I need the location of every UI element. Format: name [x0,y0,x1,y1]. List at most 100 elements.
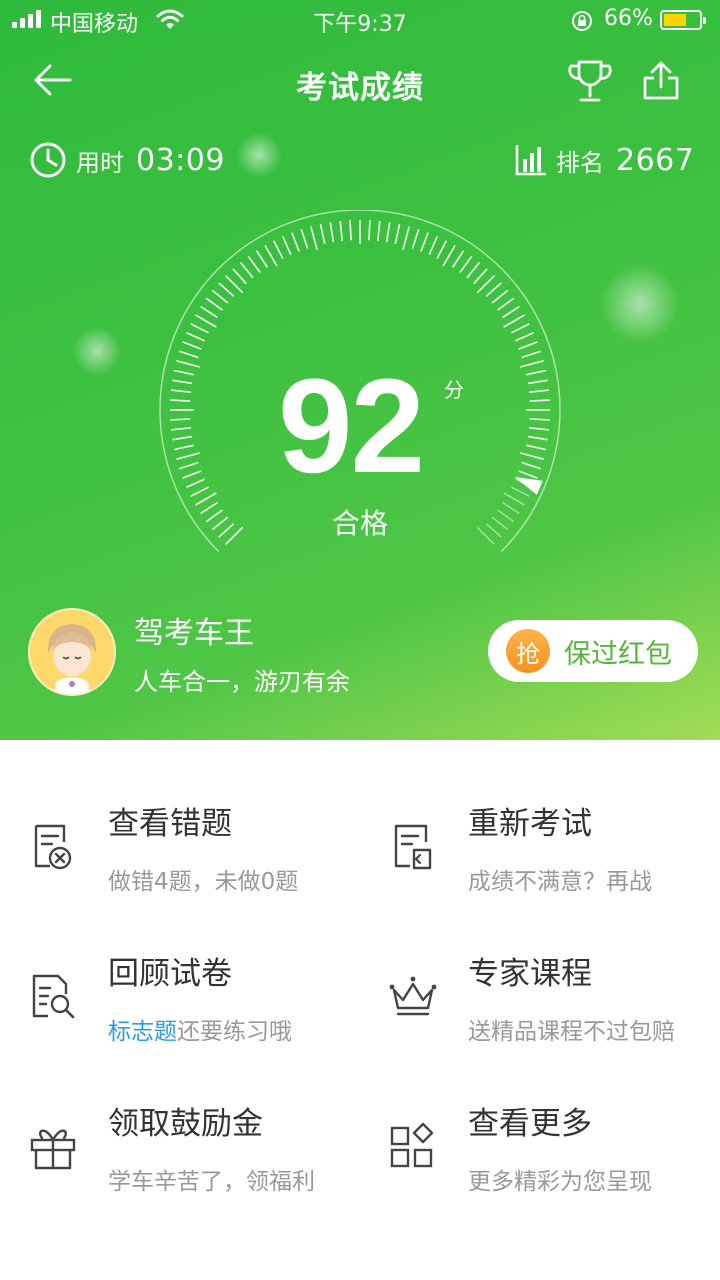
action-title: 回顾试卷 [108,956,232,992]
gauge-tick [528,426,550,431]
gauge-tick [339,220,344,242]
action-subtitle: 学车辛苦了，领福利 [108,1169,315,1195]
glow-dot [72,326,122,376]
action-grid: 查看错题 做错4题，未做0题 重新考试 成绩不满意？再战 回顾试卷 标志题还要练… [0,740,720,1280]
action-title: 领取鼓励金 [108,1106,263,1142]
gauge-tick [329,222,335,243]
gauge-tick [190,323,209,334]
gauge-tick [173,369,194,376]
avatar-image [30,610,114,694]
gauge-tick [186,331,206,342]
gauge-tick [451,250,465,268]
action-title: 查看错题 [108,806,232,842]
gauge-tick [172,379,193,385]
gauge-tick [528,389,550,394]
gauge-tick [170,399,191,402]
gauge-tick [529,418,550,421]
gauge-tick [497,297,515,311]
gauge-tick [521,350,541,359]
gift-icon [30,1129,76,1170]
glow-dot [236,132,282,178]
action-encouragement-bonus[interactable]: 领取鼓励金 学车辛苦了，领福利 [0,1080,360,1230]
gauge-tick [514,331,534,342]
gauge-tick [247,255,261,273]
gauge-tick [491,289,509,304]
gauge-tick [518,341,538,350]
gauge-tick [368,220,371,241]
action-subtitle-rest: 还要练习哦 [177,1019,292,1045]
gauge-tick [442,245,456,267]
result-header: 中国移动 下午9:37 66% 考试成绩 用时 03:09 排名 2667 92… [0,0,720,740]
gauge-tick [466,261,481,279]
action-subtitle: 更多精彩为您呈现 [468,1169,652,1195]
action-subtitle: 成绩不满意？再战 [468,869,652,895]
gauge-tick [526,369,547,376]
gauge-tick [170,389,192,394]
highlight-link[interactable]: 标志题 [108,1019,177,1045]
action-view-more[interactable]: 查看更多 更多精彩为您呈现 [360,1080,720,1230]
rotation-lock-icon [572,11,592,31]
gauge-tick [176,360,200,368]
bar-chart-icon [515,145,546,176]
gauge-tick [186,478,206,489]
grab-badge-icon: 抢 [506,629,550,673]
gauge-tick [291,232,300,252]
score-value: 92 [278,352,425,501]
navigation-bar: 考试成绩 [0,50,720,110]
glow-dot [600,264,680,344]
action-subtitle: 送精品课程不过包赔 [468,1019,675,1045]
gauge-tick [264,245,278,267]
gauge-tick [411,229,420,249]
action-subtitle: 标志题还要练习哦 [108,1012,292,1046]
gauge-tick [511,323,530,334]
rank: 排名 2667 [514,140,694,180]
gauge-tick [170,426,192,431]
gauge-tick [502,305,520,319]
gauge-tick [520,360,544,368]
gauge-tick [205,297,223,311]
time-used: 用时 03:09 [28,140,225,180]
review-paper-icon [32,974,75,1019]
time-label: 用时 [76,148,124,177]
clock-icon [30,142,66,178]
share-icon[interactable] [640,60,682,102]
gauge-tick [420,232,429,252]
gauge-tick [511,486,530,497]
gauge-tick [273,240,284,259]
reward-button[interactable]: 抢 保过红包 [488,620,698,682]
action-review-paper[interactable]: 回顾试卷 标志题还要练习哦 [0,930,360,1080]
gauge-tick [319,223,326,244]
gauge-tick [428,236,439,256]
pass-status: 合格 [331,507,388,540]
avatar[interactable] [28,608,116,696]
rank-label: 排名 [556,148,604,177]
action-view-wrong-questions[interactable]: 查看错题 做错4题，未做0题 [0,780,360,930]
gauge-tick [385,222,391,243]
gauge-tick [173,444,194,451]
gauge-tick [239,261,254,279]
gauge-tick [195,314,217,328]
gauge-tick [200,305,218,319]
gauge-tick [349,220,352,241]
gauge-tick [529,399,550,402]
gauge-tick [376,220,381,242]
gauge-tick [485,282,502,297]
gauge-tick [170,418,191,421]
action-expert-course[interactable]: 专家课程 送精品课程不过包赔 [360,930,720,1080]
battery-icon [660,10,706,30]
more-apps-icon [390,1122,434,1168]
wrong-questions-icon [34,824,72,870]
gauge-tick [255,250,269,268]
time-value: 03:09 [136,142,225,178]
gauge-tick [179,350,199,359]
retake-exam-icon [394,824,432,870]
trophy-icon[interactable] [566,58,614,104]
gauge-tick [211,289,229,304]
gauge-tick [182,341,202,350]
profile-motto: 人车合一，游刃有余 [134,668,350,696]
gauge-tick [310,226,318,250]
gauge-tick [503,314,525,328]
gauge-tick [402,226,410,250]
gauge-tick [476,275,495,294]
action-retake-exam[interactable]: 重新考试 成绩不满意？再战 [360,780,720,930]
